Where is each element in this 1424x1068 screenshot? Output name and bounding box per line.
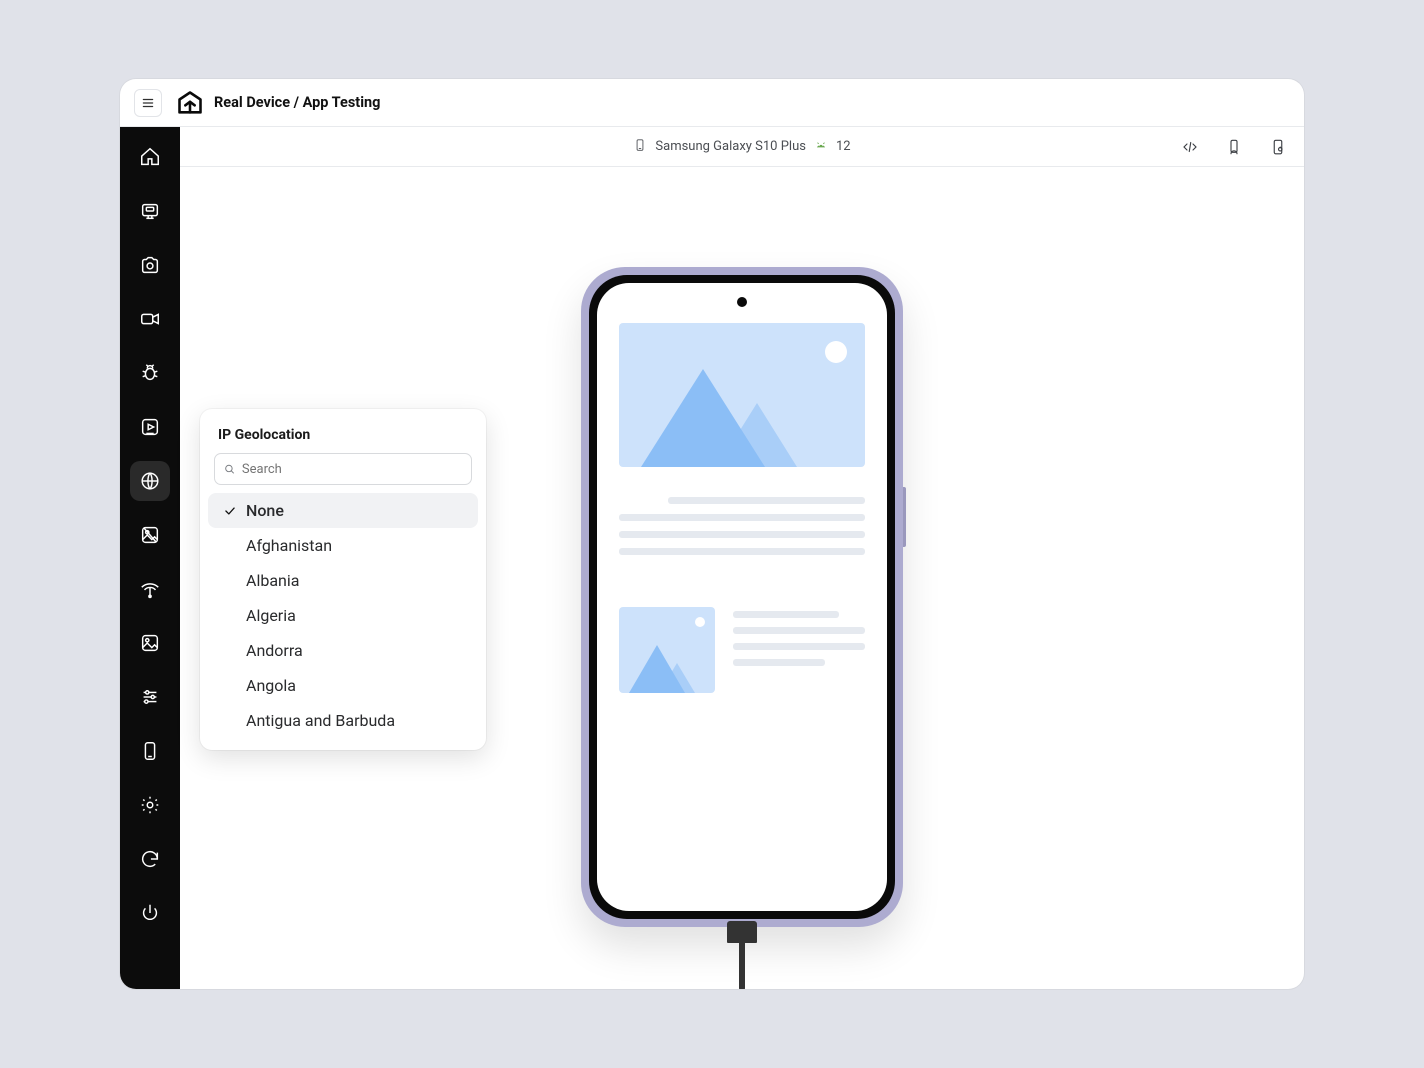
sidebar-item-network[interactable]: [130, 569, 170, 609]
geolocation-popover: IP Geolocation None Afghanistan Albania Alg…: [200, 409, 486, 750]
device-info-bar: Samsung Galaxy S10 Plus 12: [180, 127, 1304, 167]
menu-button[interactable]: [134, 89, 162, 117]
search-icon: [223, 462, 236, 476]
device-screen[interactable]: [597, 283, 887, 911]
share-device-button[interactable]: [1264, 133, 1292, 161]
placeholder-hero: [619, 323, 865, 467]
geolocation-item[interactable]: Angola: [208, 668, 478, 703]
geolocation-item-label: Andorra: [246, 641, 303, 660]
sidebar-item-record[interactable]: [130, 407, 170, 447]
placeholder-lines: [619, 497, 865, 555]
sidebar-item-files[interactable]: [130, 515, 170, 555]
sidebar-item-device[interactable]: [130, 731, 170, 771]
device-cable: [727, 921, 757, 989]
geolocation-item-label: Albania: [246, 571, 299, 590]
geolocation-item[interactable]: None: [208, 493, 478, 528]
device-bar-actions: [1176, 127, 1292, 166]
sidebar-item-power[interactable]: [130, 893, 170, 933]
devtools-button[interactable]: [1176, 133, 1204, 161]
geolocation-item-label: None: [246, 501, 284, 520]
phone-outline-icon: [633, 138, 647, 156]
geolocation-item[interactable]: Afghanistan: [208, 528, 478, 563]
check-icon: [222, 504, 238, 518]
sidebar-item-home[interactable]: [130, 137, 170, 177]
placeholder-row: [619, 607, 865, 693]
geolocation-item[interactable]: Algeria: [208, 598, 478, 633]
device-mock: [581, 267, 903, 927]
sidebar-item-gallery[interactable]: [130, 623, 170, 663]
geolocation-item-label: Antigua and Barbuda: [246, 711, 395, 730]
rotate-device-button[interactable]: [1220, 133, 1248, 161]
geolocation-list[interactable]: None Afghanistan Albania Algeria Andorra Ango…: [206, 493, 480, 744]
sidebar-item-video[interactable]: [130, 299, 170, 339]
sidebar: [120, 127, 180, 989]
geolocation-item-label: Algeria: [246, 606, 296, 625]
sidebar-item-app[interactable]: [130, 191, 170, 231]
android-icon: [814, 138, 828, 156]
app-header: Real Device / App Testing: [120, 79, 1304, 127]
sidebar-item-sync[interactable]: [130, 839, 170, 879]
sidebar-item-screenshot[interactable]: [130, 245, 170, 285]
sidebar-item-geolocation[interactable]: [130, 461, 170, 501]
geolocation-item[interactable]: Albania: [208, 563, 478, 598]
geolocation-item-label: Afghanistan: [246, 536, 332, 555]
geolocation-item[interactable]: Andorra: [208, 633, 478, 668]
search-input-wrap[interactable]: [214, 453, 472, 485]
device-name: Samsung Galaxy S10 Plus: [655, 139, 806, 154]
popover-title: IP Geolocation: [206, 423, 480, 453]
sidebar-item-settings[interactable]: [130, 785, 170, 825]
phone-side-button: [903, 487, 906, 547]
sidebar-item-bug[interactable]: [130, 353, 170, 393]
camera-dot-icon: [737, 297, 747, 307]
logo-icon: [176, 89, 204, 117]
os-version: 12: [836, 139, 851, 154]
search-input[interactable]: [242, 462, 463, 477]
geolocation-item-label: Angola: [246, 676, 296, 695]
geolocation-item[interactable]: Antigua and Barbuda: [208, 703, 478, 738]
app-frame: Real Device / App Testing: [120, 79, 1304, 989]
breadcrumb: Real Device / App Testing: [214, 94, 380, 111]
sidebar-item-settings-sliders[interactable]: [130, 677, 170, 717]
